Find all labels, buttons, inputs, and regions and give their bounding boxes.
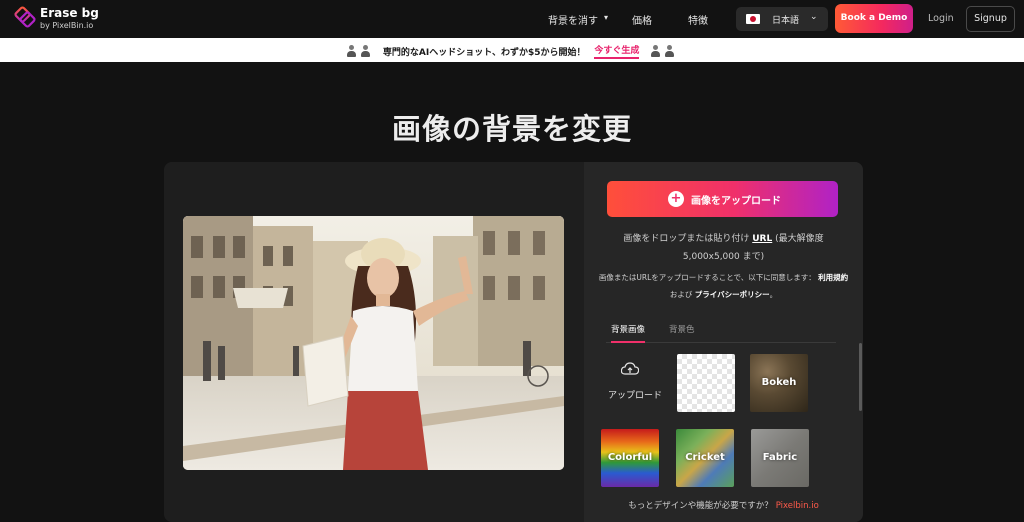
more-text: もっとデザインや機能が必要ですか？ bbox=[628, 501, 773, 511]
promo-banner: 専門的なAIヘッドショット、わずか$5から開始！ 今すぐ生成 bbox=[0, 38, 1024, 62]
tile-label: Bokeh bbox=[761, 377, 797, 388]
tab-background-image[interactable]: 背景画像 bbox=[611, 323, 646, 343]
drop-prefix: 画像をドロップまたは貼り付け bbox=[623, 234, 750, 244]
chevron-down-icon: ⌄ bbox=[810, 12, 818, 22]
person-icon bbox=[664, 45, 675, 57]
tile-label: Colorful bbox=[607, 452, 653, 463]
promo-cta-link[interactable]: 今すぐ生成 bbox=[594, 43, 640, 59]
logo[interactable]: Erase bg by PixelBin.io bbox=[14, 5, 134, 33]
editor-card: + 画像をアップロード 画像をドロップまたは貼り付け URL (最大解像度 5,… bbox=[164, 162, 863, 522]
upload-button-label: 画像をアップロード bbox=[691, 196, 781, 207]
upload-background-tile[interactable]: アップロード bbox=[595, 354, 665, 412]
person-icon bbox=[360, 45, 371, 57]
sample-photo-image bbox=[183, 216, 564, 470]
page-title: 画像の背景を変更 bbox=[391, 112, 632, 146]
background-tabs: 背景画像 背景色 bbox=[606, 323, 836, 343]
logo-name: Erase bg bbox=[40, 6, 99, 20]
tile-label: Cricket bbox=[685, 452, 725, 463]
sample-photo bbox=[183, 216, 564, 470]
language-selector[interactable]: 日本語 ⌄ bbox=[736, 7, 828, 31]
terms-notice: 画像またはURLをアップロードすることで、以下に同意します： 利用規約 および … bbox=[598, 269, 849, 303]
transparent-background-tile[interactable] bbox=[677, 354, 735, 412]
upload-image-button[interactable]: + 画像をアップロード bbox=[607, 181, 838, 217]
nav-item-pricing[interactable]: 価格 bbox=[632, 12, 652, 27]
tab-background-color[interactable]: 背景色 bbox=[669, 323, 695, 343]
language-label: 日本語 bbox=[772, 16, 800, 26]
chevron-down-icon: ▾ bbox=[604, 13, 609, 22]
privacy-link[interactable]: プライバシーポリシー bbox=[695, 290, 770, 299]
logo-subtitle: by PixelBin.io bbox=[40, 21, 94, 30]
login-link[interactable]: Login bbox=[928, 13, 954, 24]
cricket-background-tile[interactable]: Cricket bbox=[676, 429, 734, 487]
more-designs-prompt: もっとデザインや機能が必要ですか？ Pixelbin.io bbox=[584, 499, 863, 511]
paste-url-link[interactable]: URL bbox=[752, 234, 772, 244]
terms-prefix: 画像またはURLをアップロードすることで、以下に同意します： bbox=[598, 273, 816, 282]
promo-text: 専門的なAIヘッドショット、わずか$5から開始！ bbox=[382, 47, 586, 58]
terms-and: および bbox=[669, 290, 693, 299]
preview-pane bbox=[164, 162, 584, 522]
bokeh-background-tile[interactable]: Bokeh bbox=[750, 354, 808, 412]
fabric-background-tile[interactable]: Fabric bbox=[751, 429, 809, 487]
japan-flag-icon bbox=[746, 14, 760, 24]
upload-tile-label: アップロード bbox=[607, 391, 662, 401]
person-icon bbox=[650, 45, 661, 57]
plus-icon: + bbox=[668, 191, 684, 207]
cloud-upload-icon bbox=[621, 362, 639, 375]
terms-end: 。 bbox=[769, 290, 778, 299]
book-demo-button[interactable]: Book a Demo bbox=[835, 4, 913, 33]
colorful-background-tile[interactable]: Colorful bbox=[601, 429, 659, 487]
nav-item-features[interactable]: 特徴 bbox=[688, 12, 708, 27]
drop-instructions: 画像をドロップまたは貼り付け URL (最大解像度 5,000x5,000 まで… bbox=[594, 230, 853, 266]
tile-label: Fabric bbox=[762, 452, 798, 463]
signup-button[interactable]: Signup bbox=[966, 6, 1015, 32]
terms-link[interactable]: 利用規約 bbox=[818, 273, 848, 282]
pixelbin-link[interactable]: Pixelbin.io bbox=[776, 501, 819, 511]
person-icon bbox=[346, 45, 357, 57]
top-nav: Erase bg by PixelBin.io 背景を消す ▾ 価格 特徴 日本… bbox=[0, 0, 1024, 38]
scrollbar[interactable] bbox=[859, 343, 862, 411]
logo-icon bbox=[14, 6, 36, 28]
nav-item-remove-bg[interactable]: 背景を消す bbox=[548, 12, 598, 27]
upload-panel: + 画像をアップロード 画像をドロップまたは貼り付け URL (最大解像度 5,… bbox=[584, 162, 863, 522]
